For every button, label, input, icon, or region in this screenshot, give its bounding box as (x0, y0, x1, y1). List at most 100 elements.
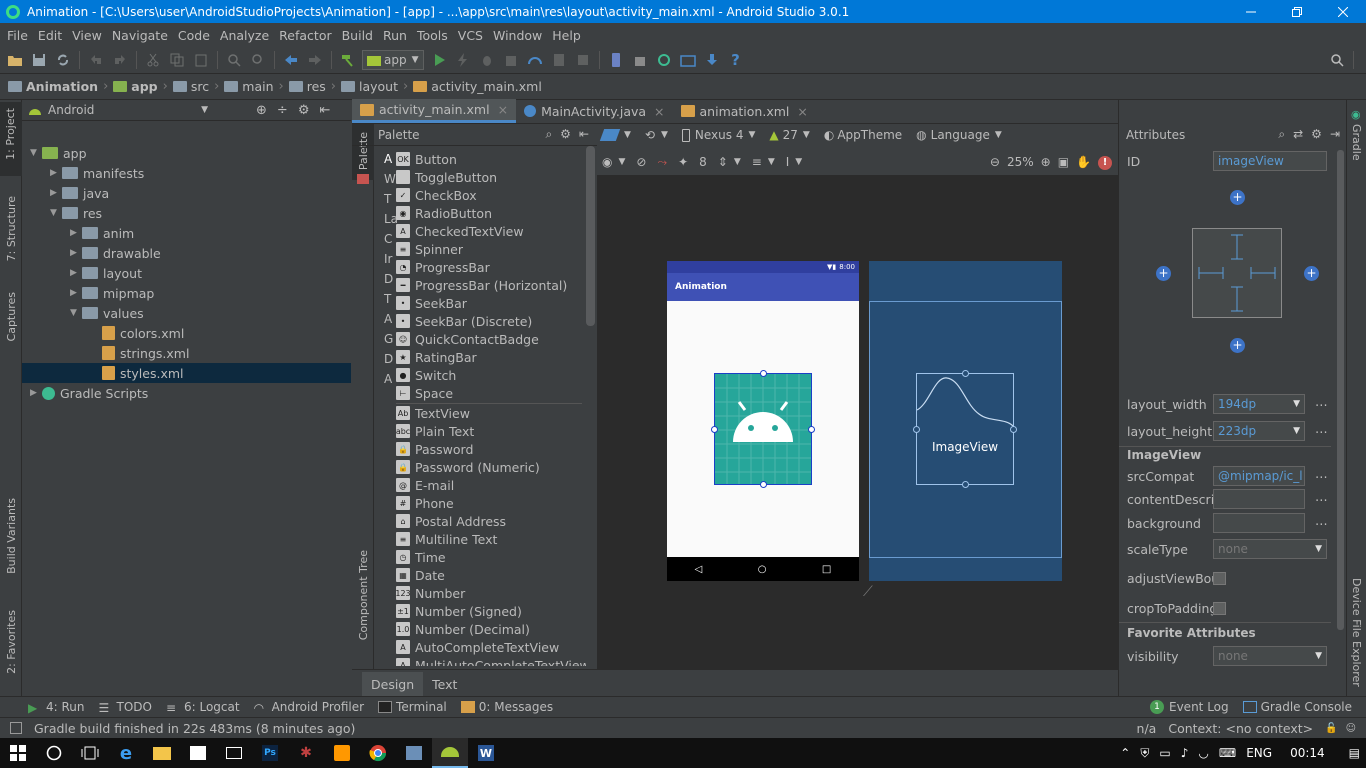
back-button[interactable] (280, 49, 302, 71)
debug-button[interactable] (476, 49, 498, 71)
project-structure-button[interactable] (677, 49, 699, 71)
messages-tool-button[interactable]: 0: Messages (460, 700, 553, 714)
hide-icon[interactable]: ⇥ (1330, 127, 1340, 142)
palette-item[interactable]: ▦ Date (396, 566, 445, 584)
close-icon[interactable]: × (654, 104, 664, 119)
stop-button[interactable] (572, 49, 594, 71)
view-options-dropdown[interactable]: ◉ ▼ (602, 155, 625, 169)
tree-item[interactable]: ▶ drawable (22, 243, 351, 263)
wifi-icon[interactable]: ◡ (1198, 746, 1208, 760)
visibility-dropdown[interactable]: none ▼ (1213, 646, 1327, 666)
search-button[interactable] (36, 738, 72, 768)
attributes-scrollbar[interactable] (1337, 150, 1344, 630)
attach-debugger-button[interactable] (500, 49, 522, 71)
tab-design[interactable]: Design (362, 672, 424, 696)
tab-build-variants[interactable]: Build Variants (5, 498, 18, 574)
hide-icon[interactable]: ⇤ (579, 127, 589, 142)
explorer-taskbar-button[interactable] (144, 738, 180, 768)
palette-category[interactable]: T (384, 292, 391, 306)
network-icon[interactable]: ▭ (1159, 746, 1170, 760)
palette-item[interactable]: A CheckedTextView (396, 222, 524, 240)
add-constraint-top-button[interactable]: + (1230, 190, 1245, 205)
tree-item[interactable]: ▶ mipmap (22, 283, 351, 303)
menu-tools[interactable]: Tools (412, 28, 453, 43)
gear-icon[interactable]: ⚙ (1311, 127, 1322, 142)
more-icon[interactable]: ⋯ (1315, 516, 1328, 531)
zoom-out-button[interactable]: ⊖ (990, 155, 1000, 169)
chevron-right-icon[interactable]: ▶ (70, 248, 82, 258)
show-warnings-button[interactable]: ! (1098, 154, 1112, 170)
forward-button[interactable] (304, 49, 326, 71)
srccompat-field[interactable]: @mipmap/ic_l (1213, 466, 1305, 486)
resize-handle[interactable] (711, 426, 718, 433)
palette-category[interactable]: D (384, 272, 393, 286)
breadcrumb-item[interactable]: res › (288, 79, 341, 94)
gear-icon[interactable]: ⚙ (560, 127, 571, 142)
tree-item[interactable]: ▶ layout (22, 263, 351, 283)
content-description-field[interactable] (1213, 489, 1305, 509)
shield-icon[interactable]: ⛨ (1140, 746, 1149, 761)
design-surface-dropdown[interactable]: ▼ (599, 129, 631, 141)
palette-item[interactable]: • SeekBar (396, 294, 467, 312)
tab-animation-xml[interactable]: animation.xml × (673, 99, 816, 123)
paste-button[interactable] (190, 49, 212, 71)
scaletype-dropdown[interactable]: none ▼ (1213, 539, 1327, 559)
search-icon[interactable]: ⌕ (1278, 127, 1285, 142)
gradle-sync-button[interactable] (653, 49, 675, 71)
resize-canvas-handle[interactable]: ⟋ (863, 584, 873, 600)
hide-icon[interactable]: ⇤ (319, 103, 330, 118)
palette-item[interactable]: # Phone (396, 494, 454, 512)
tree-item[interactable]: ▼ res (22, 203, 351, 223)
status-toggle-icon[interactable] (10, 722, 22, 734)
add-constraint-right-button[interactable]: + (1304, 266, 1319, 281)
volume-icon[interactable]: ♪ (1181, 746, 1189, 760)
menu-view[interactable]: View (67, 28, 107, 43)
collapse-all-icon[interactable]: ÷ (277, 103, 288, 118)
palette-category[interactable]: G (384, 332, 393, 346)
event-log-tool-button[interactable]: 1 Event Log (1150, 700, 1229, 714)
sdk-manager-button[interactable] (629, 49, 651, 71)
more-icon[interactable]: ⋯ (1315, 397, 1328, 412)
infer-constraints-button[interactable]: ✦ (678, 155, 688, 169)
palette-item[interactable]: ◷ Time (396, 548, 446, 566)
photoshop-taskbar-button[interactable]: Ps (252, 738, 288, 768)
palette-item[interactable]: ◉ RadioButton (396, 204, 492, 222)
palette-category[interactable]: A (384, 312, 392, 326)
id-field[interactable]: imageView (1213, 151, 1327, 171)
palette-category[interactable]: A (384, 152, 392, 166)
tab-text[interactable]: Text (423, 672, 466, 696)
store-taskbar-button[interactable] (180, 738, 216, 768)
crop-to-padding-checkbox[interactable] (1213, 601, 1226, 615)
scroll-from-source-icon[interactable]: ⊕ (256, 103, 267, 118)
tab-project[interactable]: 1: Project (0, 102, 22, 176)
swap-view-icon[interactable]: ⇄ (1293, 127, 1303, 142)
tab-component-tree[interactable]: Component Tree (357, 550, 370, 640)
palette-item[interactable]: ━ ProgressBar (Horizontal) (396, 276, 567, 294)
tree-item[interactable]: colors.xml (22, 323, 351, 343)
save-button[interactable] (28, 49, 50, 71)
breadcrumb-item[interactable]: main › (224, 79, 288, 94)
breadcrumb-item[interactable]: activity_main.xml (413, 79, 542, 94)
gradle-console-tool-button[interactable]: Gradle Console (1242, 700, 1352, 714)
pack-dropdown[interactable]: ⇕ ▼ (718, 155, 741, 169)
tree-item[interactable]: ▶ anim (22, 223, 351, 243)
zoom-in-button[interactable]: ⊕ (1041, 155, 1051, 169)
tree-item[interactable]: strings.xml (22, 343, 351, 363)
palette-category[interactable]: W (384, 172, 396, 186)
align-dropdown[interactable]: ≡ ▼ (752, 155, 775, 169)
gallery-taskbar-button[interactable] (396, 738, 432, 768)
status-context[interactable]: Context: <no context> (1168, 721, 1313, 736)
profiler-tool-button[interactable]: ◠ Android Profiler (254, 700, 364, 715)
palette-item[interactable]: 🔒 Password (Numeric) (396, 458, 540, 476)
pan-button[interactable]: ✋ (1076, 155, 1091, 169)
tree-item[interactable]: styles.xml (22, 363, 351, 383)
start-button[interactable] (0, 738, 36, 768)
clear-constraints-button[interactable]: ⤳ (657, 155, 667, 170)
menu-run[interactable]: Run (378, 28, 412, 43)
palette-item[interactable]: ToggleButton (396, 168, 497, 186)
chevron-right-icon[interactable]: ▶ (30, 388, 42, 398)
apply-changes-button[interactable] (452, 49, 474, 71)
download-button[interactable] (701, 49, 723, 71)
palette-item[interactable]: A AutoCompleteTextView (396, 638, 559, 656)
breadcrumb-item[interactable]: src › (172, 79, 224, 94)
